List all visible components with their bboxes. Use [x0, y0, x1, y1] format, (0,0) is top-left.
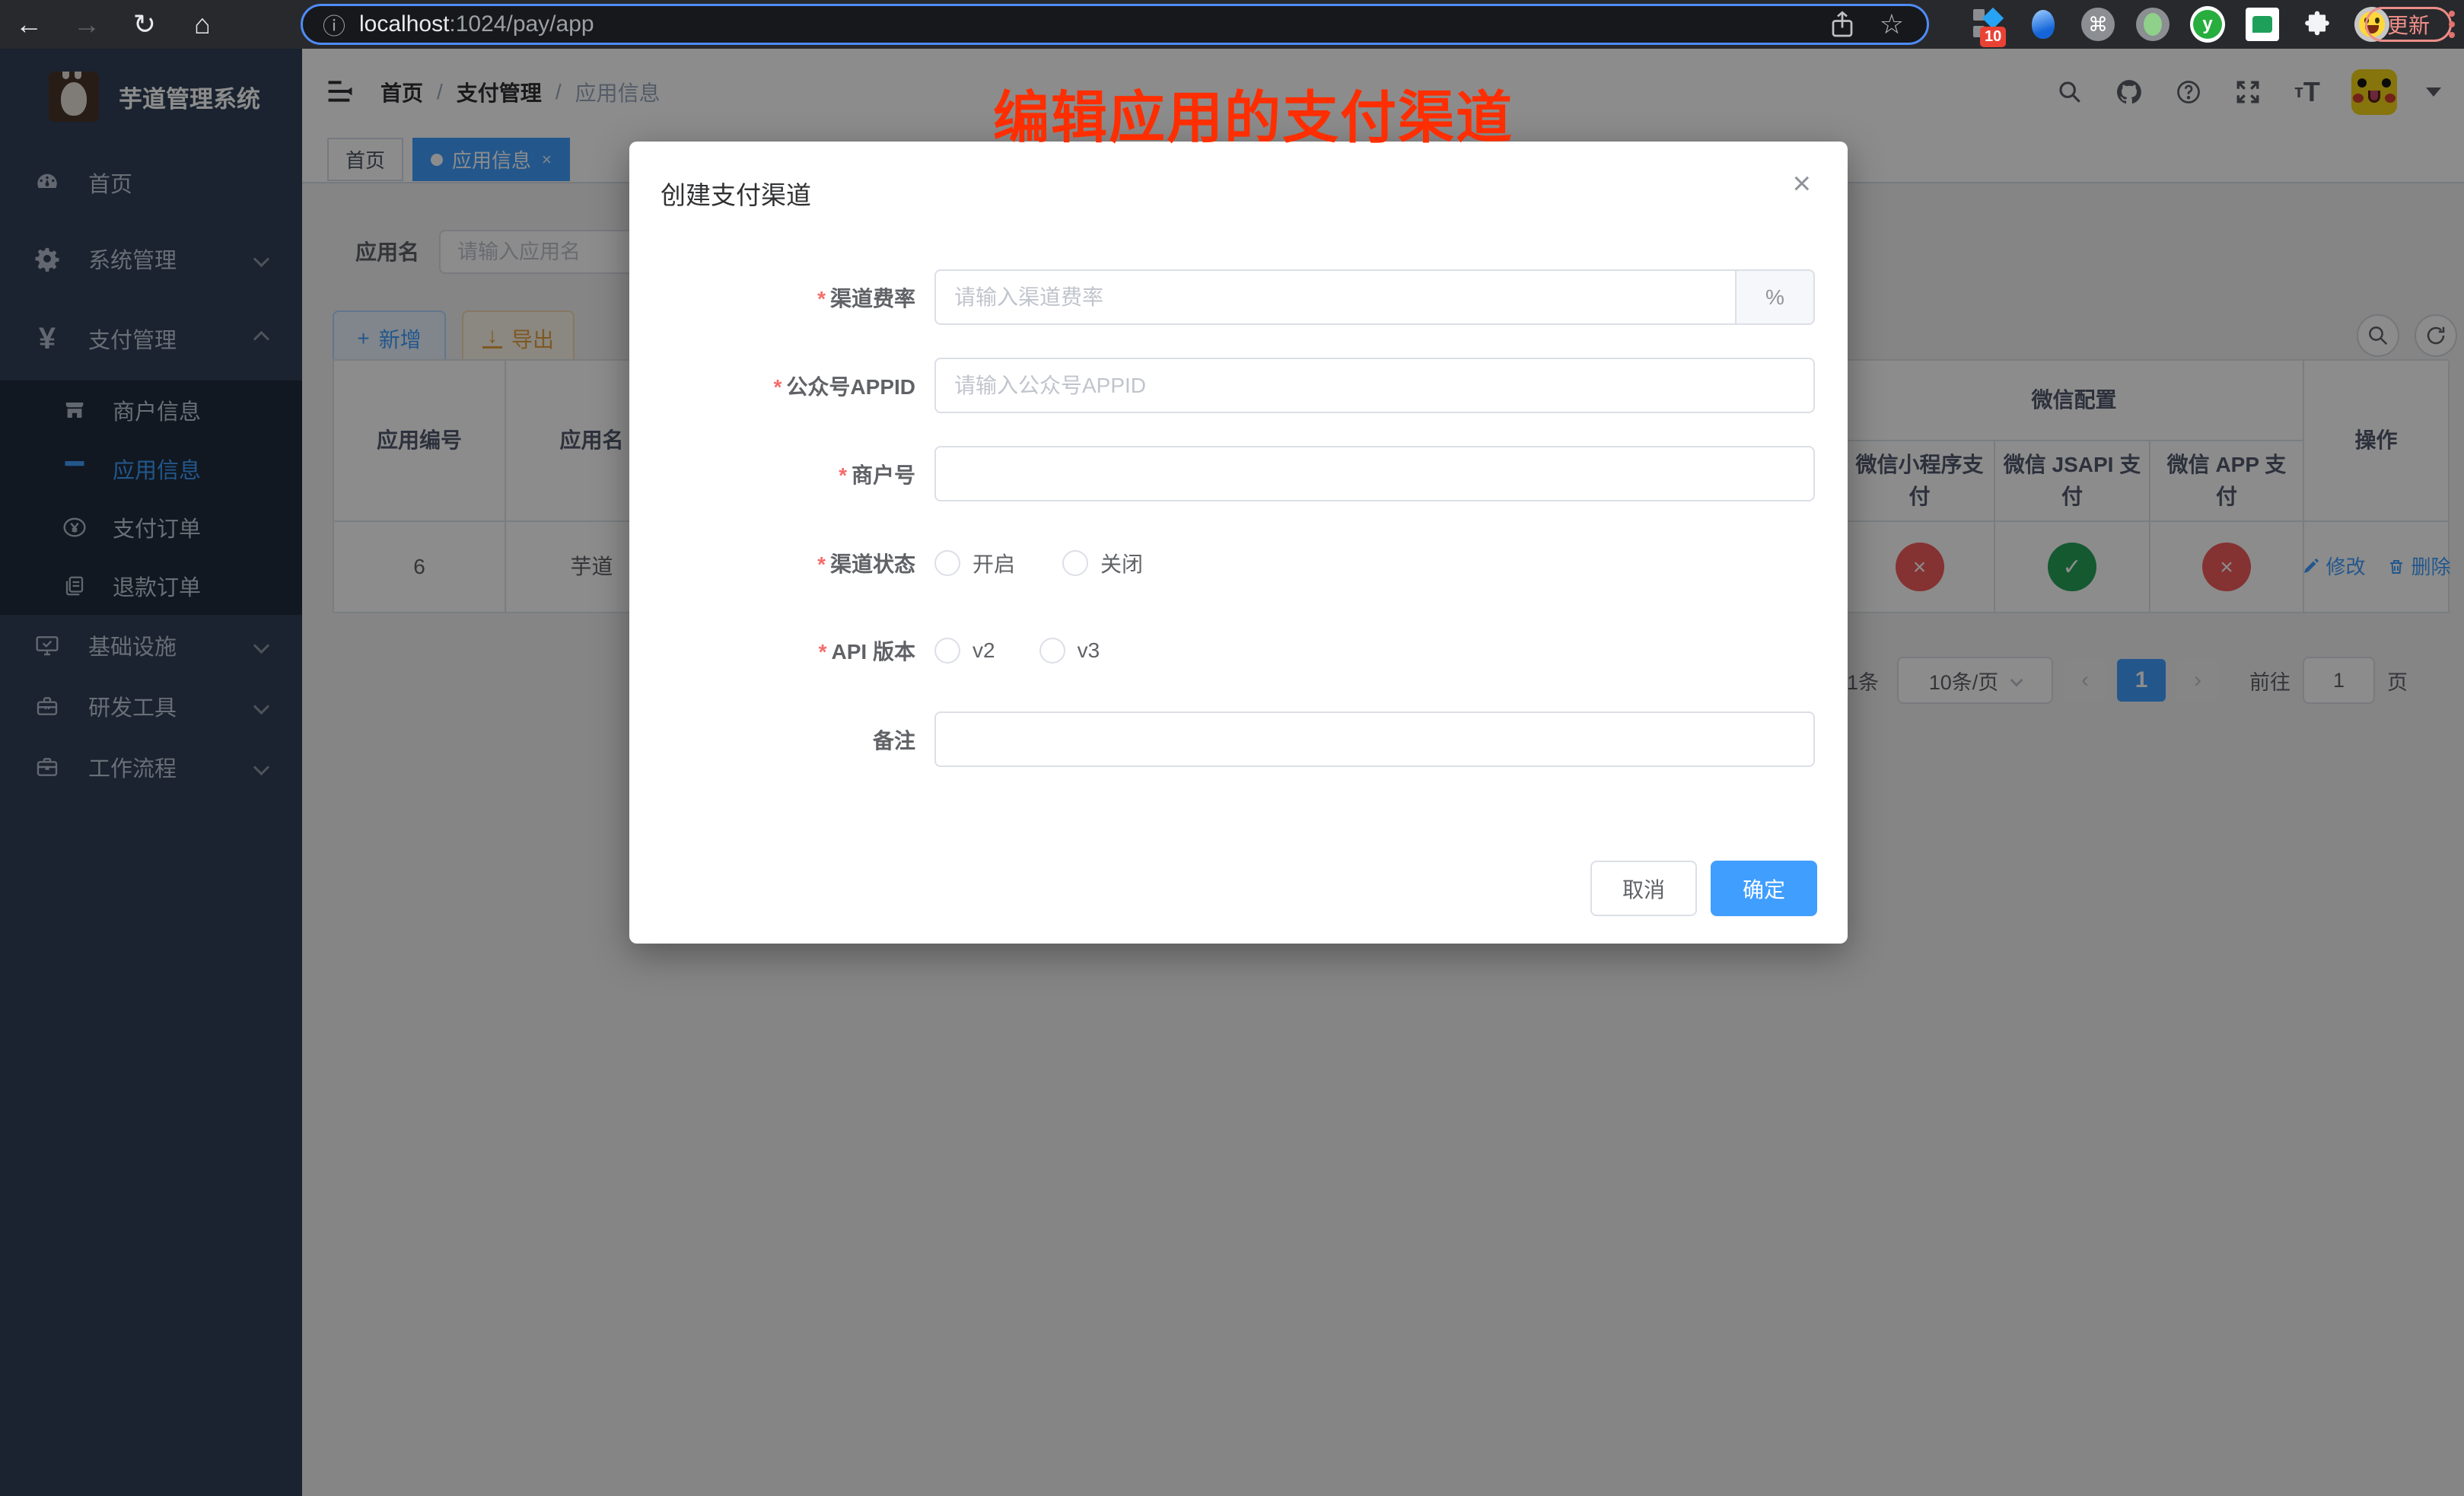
green-dot-icon [2144, 13, 2162, 36]
browser-menu-icon[interactable] [2449, 11, 2455, 38]
extension-badge: 10 [1980, 27, 2006, 47]
extension-icon-chat[interactable] [2245, 7, 2280, 42]
create-pay-channel-dialog: 创建支付渠道 × *渠道费率 % *公众号APPID *商户号 *渠道状态 [629, 142, 1848, 944]
dialog-close-icon[interactable]: × [1792, 167, 1811, 199]
command-icon: ⌘ [2081, 8, 2115, 41]
extension-icon-command[interactable]: ⌘ [2080, 7, 2115, 42]
radio-circle-icon [1062, 550, 1088, 576]
radio-circle-icon [1039, 638, 1065, 664]
form-row-status: *渠道状态 开启 关闭 [629, 535, 1815, 590]
remark-input[interactable] [934, 711, 1815, 767]
share-icon[interactable] [1831, 11, 1854, 38]
field-label: *商户号 [629, 459, 915, 489]
extension-icon-y[interactable]: y [2190, 7, 2225, 42]
browser-reload-icon[interactable]: ↻ [116, 8, 173, 40]
radio-label: 关闭 [1100, 548, 1143, 578]
browser-home-icon[interactable]: ⌂ [173, 8, 231, 40]
radio-label: 开启 [973, 548, 1015, 578]
radio-circle-icon [934, 550, 960, 576]
confirm-button[interactable]: 确定 [1711, 861, 1817, 916]
field-label: *API 版本 [629, 635, 915, 666]
required-asterisk: * [774, 375, 782, 399]
field-label: *渠道费率 [629, 282, 915, 313]
field-label: *公众号APPID [629, 371, 915, 401]
screen: ← → ↻ ⌂ ⓘ localhost:1024/pay/app ☆ [0, 0, 2464, 1496]
form-row-remark: 备注 [629, 711, 1815, 767]
official-account-appid-input[interactable] [934, 358, 1815, 413]
radio-status-closed[interactable]: 关闭 [1062, 548, 1143, 578]
extension-icon-balloon[interactable] [2026, 7, 2061, 42]
radio-label: v2 [973, 638, 995, 663]
extensions-area: 10 ⌘ y [1971, 0, 2389, 49]
merchant-id-input[interactable] [934, 446, 1815, 501]
field-label: *渠道状态 [629, 548, 915, 578]
site-info-icon[interactable]: ⓘ [323, 8, 345, 41]
form-row-merchant: *商户号 [629, 446, 1815, 501]
form-row-rate: *渠道费率 % [629, 269, 1815, 325]
chat-icon [2252, 16, 2272, 33]
browser-back-icon[interactable]: ← [0, 8, 58, 40]
browser-toolbar: ← → ↻ ⌂ ⓘ localhost:1024/pay/app ☆ [0, 0, 2464, 49]
dialog-footer: 取消 确定 [1590, 861, 1817, 916]
required-asterisk: * [817, 552, 826, 576]
radio-label: v3 [1078, 638, 1100, 663]
dialog-title: 创建支付渠道 [661, 175, 811, 212]
percent-append: % [1737, 269, 1815, 325]
radio-api-v2[interactable]: v2 [934, 638, 995, 664]
radio-api-v3[interactable]: v3 [1039, 638, 1100, 664]
radio-circle-icon [934, 638, 960, 664]
form-row-api-version: *API 版本 v2 v3 [629, 622, 1815, 678]
required-asterisk: * [817, 287, 826, 310]
address-bar[interactable]: ⓘ localhost:1024/pay/app ☆ [301, 4, 1929, 45]
extension-icon[interactable]: 10 [1971, 7, 2006, 42]
form-row-appid: *公众号APPID [629, 358, 1815, 413]
diamond-icon [1982, 8, 2004, 29]
y-badge-icon: y [2193, 10, 2222, 39]
cancel-button[interactable]: 取消 [1590, 861, 1697, 916]
balloon-icon [2032, 10, 2055, 39]
url-path: :1024/pay/app [449, 11, 594, 37]
required-asterisk: * [839, 463, 847, 487]
bookmark-star-icon[interactable]: ☆ [1880, 8, 1904, 40]
annotation-text: 编辑应用的支付渠道 [993, 72, 1514, 154]
browser-update-button[interactable]: 更新 [2365, 7, 2452, 42]
url-host: localhost [359, 11, 449, 37]
required-asterisk: * [819, 640, 827, 664]
extension-icon-recorder[interactable] [2135, 7, 2170, 42]
channel-rate-input[interactable] [934, 269, 1737, 325]
field-label: 备注 [629, 724, 915, 755]
extensions-menu-puzzle-icon[interactable] [2300, 7, 2335, 42]
radio-status-open[interactable]: 开启 [934, 548, 1015, 578]
browser-forward-icon[interactable]: → [58, 8, 116, 40]
